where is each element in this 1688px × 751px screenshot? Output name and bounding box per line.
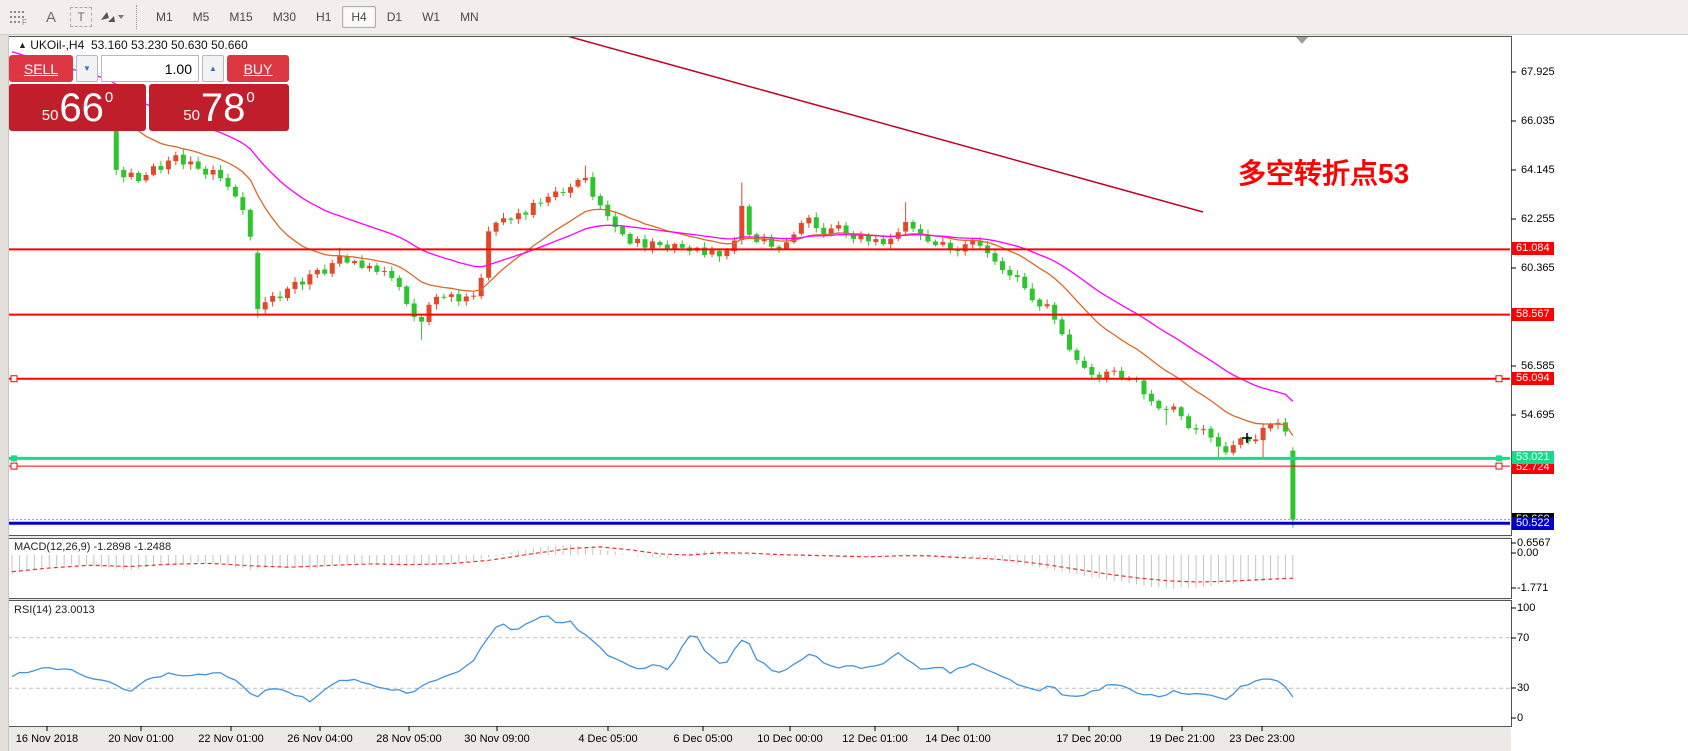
time-tick-label: 20 Nov 01:00 bbox=[91, 733, 191, 745]
mt4-window: F A T M1M5M15M30H1H4D1W1MN ▲ UKOil-,H4 5… bbox=[0, 0, 1688, 751]
macd-tick-label: -1.771 bbox=[1517, 582, 1548, 594]
volume-input[interactable]: 1.00 bbox=[101, 55, 199, 82]
timeframe-mn[interactable]: MN bbox=[451, 6, 488, 28]
timeframe-h1[interactable]: H1 bbox=[307, 6, 340, 28]
timeframe-group: M1M5M15M30H1H4D1W1MN bbox=[146, 6, 489, 28]
rsi-tick-label: 0 bbox=[1517, 712, 1523, 724]
collapse-arrow-icon[interactable]: ▲ bbox=[18, 40, 27, 50]
price-level-label: 58.567 bbox=[1512, 308, 1554, 321]
time-tick-label: 28 Nov 05:00 bbox=[359, 733, 459, 745]
rsi-label: RSI(14) 23.0013 bbox=[14, 604, 95, 616]
main-toolbar: F A T M1M5M15M30H1H4D1W1MN bbox=[0, 0, 1688, 35]
macd-label: MACD(12,26,9) -1.2898 -1.2488 bbox=[14, 541, 171, 553]
timeframe-m15[interactable]: M15 bbox=[220, 6, 261, 28]
volume-decrease-button[interactable]: ▼ bbox=[76, 55, 98, 82]
timeframe-m5[interactable]: M5 bbox=[184, 6, 219, 28]
buy-button[interactable]: BUY bbox=[227, 55, 289, 82]
window-left-gutter bbox=[0, 34, 9, 751]
price-tick-label: 54.695 bbox=[1521, 409, 1555, 421]
timeframe-w1[interactable]: W1 bbox=[413, 6, 449, 28]
price-tick-label: 60.365 bbox=[1521, 262, 1555, 274]
timeframe-h4[interactable]: H4 bbox=[342, 6, 375, 28]
price-level-label: 61.084 bbox=[1512, 242, 1554, 255]
draw-objects-icon[interactable] bbox=[98, 5, 124, 29]
text-label-icon[interactable]: T bbox=[70, 7, 92, 27]
time-tick-label: 23 Dec 23:00 bbox=[1212, 733, 1312, 745]
ohlc-values: 53.160 53.230 50.630 50.660 bbox=[91, 38, 248, 52]
rsi-tick-label: 30 bbox=[1517, 682, 1529, 694]
timeframe-m1[interactable]: M1 bbox=[147, 6, 182, 28]
price-level-label: 50.522 bbox=[1512, 517, 1554, 530]
insert-text-icon[interactable]: A bbox=[38, 5, 64, 29]
price-level-label: 56.094 bbox=[1512, 372, 1554, 385]
chart-annotation-text[interactable]: 多空转折点53 bbox=[1238, 152, 1409, 192]
chart-header: ▲ UKOil-,H4 53.160 53.230 50.630 50.660 bbox=[18, 38, 248, 52]
price-tick-label: 64.145 bbox=[1521, 164, 1555, 176]
sell-button[interactable]: SELL bbox=[9, 55, 73, 82]
price-tick-label: 56.585 bbox=[1521, 360, 1555, 372]
time-tick-label: 16 Nov 2018 bbox=[0, 733, 97, 745]
time-tick-label: 6 Dec 05:00 bbox=[653, 733, 753, 745]
svg-text:F: F bbox=[22, 18, 27, 25]
indicators-grid-icon[interactable]: F bbox=[6, 5, 32, 29]
buy-price-display[interactable]: 50 78 0 bbox=[149, 84, 289, 131]
timeframe-m30[interactable]: M30 bbox=[264, 6, 305, 28]
timeframe-d1[interactable]: D1 bbox=[378, 6, 411, 28]
toolbar-separator bbox=[136, 5, 137, 29]
time-tick-label: 26 Nov 04:00 bbox=[270, 733, 370, 745]
time-tick-label: 22 Nov 01:00 bbox=[181, 733, 281, 745]
price-level-label: 53.021 bbox=[1512, 451, 1554, 464]
price-tick-label: 62.255 bbox=[1521, 213, 1555, 225]
rsi-tick-label: 100 bbox=[1517, 602, 1535, 614]
time-tick-label: 30 Nov 09:00 bbox=[447, 733, 547, 745]
price-tick-label: 67.925 bbox=[1521, 66, 1555, 78]
price-tick-label: 66.035 bbox=[1521, 115, 1555, 127]
time-tick-label: 4 Dec 05:00 bbox=[558, 733, 658, 745]
rsi-tick-label: 70 bbox=[1517, 632, 1529, 644]
one-click-trading-panel: SELL ▼ 1.00 ▲ BUY 50 66 0 50 78 0 bbox=[9, 55, 289, 131]
macd-tick-label: 0.00 bbox=[1517, 547, 1538, 559]
time-tick-label: 17 Dec 20:00 bbox=[1039, 733, 1139, 745]
sell-price-display[interactable]: 50 66 0 bbox=[9, 84, 146, 131]
time-tick-label: 14 Dec 01:00 bbox=[908, 733, 1008, 745]
volume-increase-button[interactable]: ▲ bbox=[202, 55, 224, 82]
symbol-title: UKOil-,H4 bbox=[30, 38, 84, 52]
